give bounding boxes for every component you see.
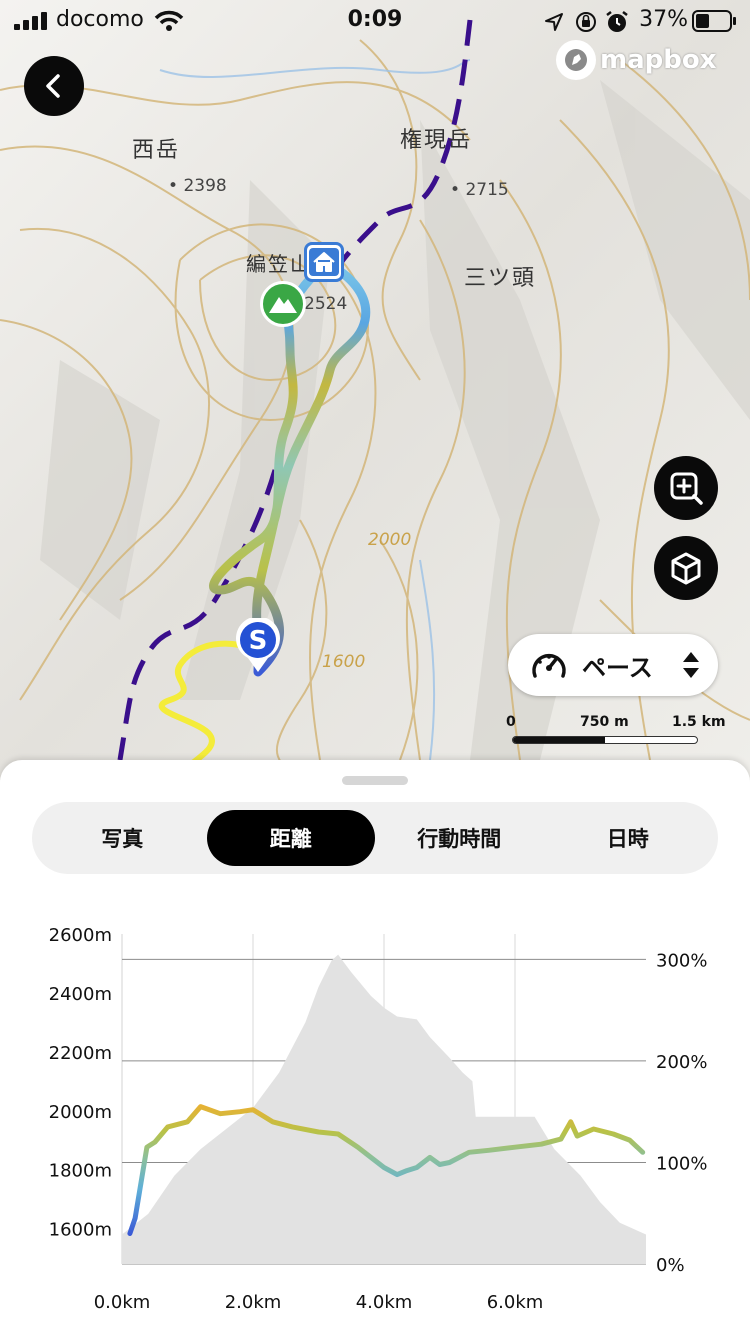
tab-distance[interactable]: 距離 (206, 810, 375, 866)
tab-photos[interactable]: 写真 (38, 810, 207, 866)
mountain-icon (269, 297, 297, 313)
y-tick-label: 2200m (49, 1043, 112, 1064)
chevron-left-icon (46, 74, 60, 98)
peak-label: 三ツ頭 (464, 266, 537, 291)
peak-label: 西岳 (132, 138, 181, 163)
scale-bar: 0 750 m 1.5 km (506, 714, 728, 748)
battery-percent: 37% (639, 7, 688, 32)
y-tick-label: 1800m (49, 1161, 112, 1182)
bottom-sheet: 写真 距離 行動時間 日時 2600m 2400m 2200m 2000m 1800m 1… (0, 760, 750, 1334)
summit-marker[interactable] (260, 281, 306, 327)
tab-activity-time[interactable]: 行動時間 (375, 810, 544, 866)
home-icon (309, 248, 339, 276)
battery-icon (692, 10, 736, 32)
contour-label: 2000 (368, 530, 412, 550)
y-tick-label: 2600m (49, 925, 112, 946)
mapbox-logo: mapbox (556, 40, 717, 80)
pct-tick-label: 100% (656, 1153, 707, 1174)
pace-selector[interactable]: ペース (508, 634, 718, 696)
zoom-fit-button[interactable] (654, 456, 718, 520)
scale-tick: 1.5 km (672, 714, 726, 730)
x-tick-label: 4.0km (356, 1292, 413, 1313)
peak-label: 編笠山 (246, 252, 312, 276)
pct-tick-label: 200% (656, 1052, 707, 1073)
goal-home-marker[interactable] (304, 242, 344, 282)
x-tick-label: 2.0km (225, 1292, 282, 1313)
pace-label: ペース (582, 653, 653, 682)
pct-tick-label: 0% (656, 1255, 685, 1276)
elevation-label: 2524 (304, 294, 348, 314)
status-bar: docomo 0:09 37% (0, 0, 750, 42)
start-pin-icon: S (236, 616, 280, 672)
location-arrow-icon (545, 13, 563, 31)
elevation-label: • 2398 (168, 176, 227, 196)
elevation-label: • 2715 (450, 180, 509, 200)
svg-text:S: S (249, 626, 268, 656)
tab-datetime[interactable]: 日時 (544, 810, 713, 866)
rotation-lock-icon (576, 12, 596, 32)
mapbox-icon (556, 40, 596, 80)
3d-view-button[interactable] (654, 536, 718, 600)
alarm-icon (606, 11, 628, 32)
start-marker[interactable]: S (234, 616, 282, 674)
y-tick-label: 2400m (49, 984, 112, 1005)
scale-tick: 750 m (580, 714, 629, 730)
peak-label: 権現岳 (400, 128, 473, 153)
map-view[interactable]: 西岳 権現岳 編笠山 三ツ頭 • 2398 • 2715 2524 2000 1… (0, 0, 750, 780)
contour-label: 1600 (322, 652, 366, 672)
y-tick-label: 2000m (49, 1102, 112, 1123)
scale-bar-graphic (512, 736, 698, 744)
sort-updown-icon (682, 652, 699, 678)
x-tick-label: 0.0km (94, 1292, 151, 1313)
zoom-in-icon (670, 472, 703, 505)
speedometer-icon (532, 653, 566, 678)
sheet-grabber[interactable] (342, 776, 408, 785)
clock: 0:09 (347, 7, 403, 32)
cube-icon (671, 552, 701, 585)
pct-tick-label: 300% (656, 950, 707, 971)
back-button[interactable] (24, 56, 84, 116)
elevation-pace-chart[interactable]: 2600m 2400m 2200m 2000m 1800m 1600m 300% 200% 10… (0, 908, 750, 1328)
mapbox-wordmark: mapbox (600, 45, 717, 75)
x-tick-label: 6.0km (487, 1292, 544, 1313)
y-tick-label: 1600m (49, 1220, 112, 1241)
axis-mode-segmented-control: 写真 距離 行動時間 日時 (32, 802, 718, 874)
app-root: { "status_bar": { "carrier": "docomo", "… (0, 0, 750, 1334)
scale-tick: 0 (506, 714, 516, 730)
